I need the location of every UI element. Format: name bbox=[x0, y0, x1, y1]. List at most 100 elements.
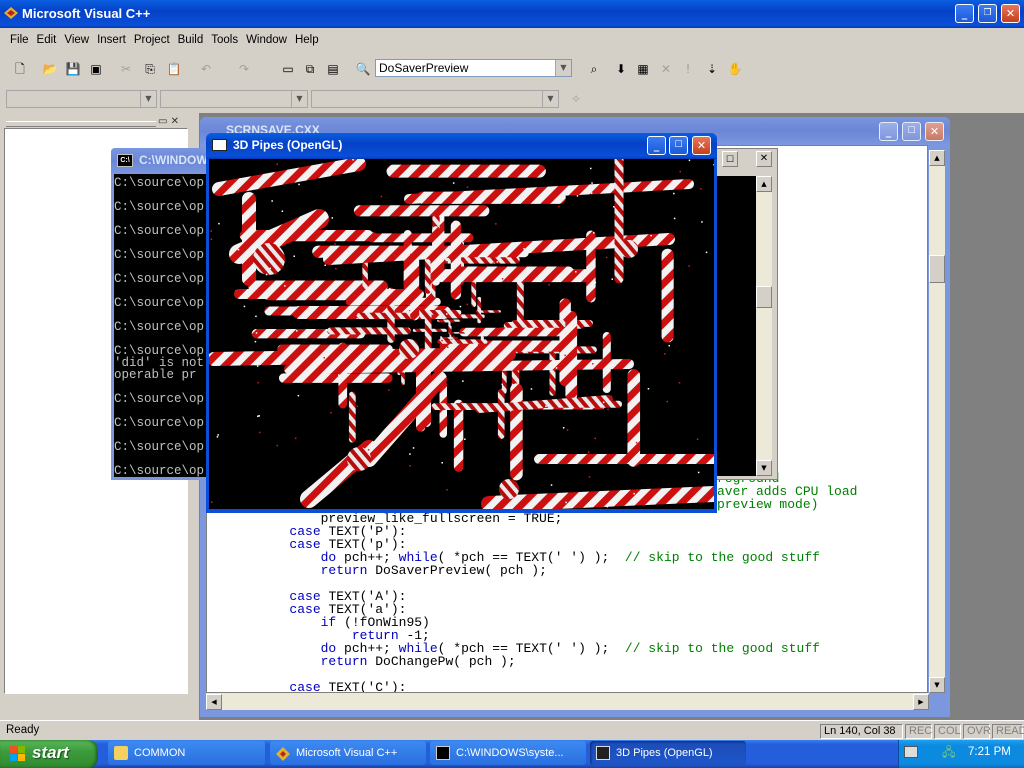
close-button[interactable]: ✕ bbox=[1001, 4, 1020, 23]
menu-window[interactable]: Window bbox=[242, 34, 291, 46]
menu-build[interactable]: Build bbox=[174, 34, 208, 46]
pipe-speck bbox=[650, 234, 652, 237]
pipe-speck bbox=[697, 471, 700, 474]
pipe-speck bbox=[464, 438, 466, 440]
scroll-up-icon[interactable]: ▲ bbox=[929, 150, 945, 166]
source-hscrollbar[interactable]: ◀ ▶ bbox=[206, 693, 929, 710]
code-line: return DoSaverPreview( pch ); bbox=[227, 564, 820, 577]
pipes-canvas[interactable] bbox=[209, 159, 714, 509]
pipe-speck bbox=[409, 465, 411, 467]
chevron-down-icon[interactable]: ▼ bbox=[542, 91, 558, 107]
pipes-title-bar[interactable]: 3D Pipes (OpenGL) _ ☐ ✕ bbox=[206, 133, 717, 159]
find-in-files-icon[interactable]: 🔍 bbox=[353, 60, 373, 78]
copy-icon[interactable]: ⎘ bbox=[140, 60, 160, 78]
window-list-icon[interactable]: ▤ bbox=[323, 60, 343, 78]
pipe-speck bbox=[356, 405, 359, 408]
source-close-button[interactable]: ✕ bbox=[925, 122, 944, 141]
pipe-speck bbox=[466, 186, 469, 188]
cut-icon[interactable]: ✂ bbox=[116, 60, 136, 78]
chevron-down-icon[interactable]: ▼ bbox=[555, 60, 571, 76]
keyboard-icon[interactable] bbox=[904, 746, 918, 758]
menu-edit[interactable]: Edit bbox=[33, 34, 61, 46]
taskbar-button-common[interactable]: COMMON bbox=[108, 741, 265, 765]
output-close-icon[interactable]: ✕ bbox=[756, 151, 772, 167]
output-vscrollbar[interactable]: ▲ ▼ bbox=[756, 176, 772, 476]
config-combo[interactable]: DoSaverPreview ▼ bbox=[375, 59, 572, 77]
pipe-speck bbox=[276, 163, 278, 165]
pipes-minimize-button[interactable]: _ bbox=[647, 136, 666, 155]
pipe-speck bbox=[243, 305, 246, 308]
pipe-speck bbox=[441, 339, 443, 342]
taskbar-button-console[interactable]: C:\WINDOWS\syste... bbox=[430, 741, 586, 765]
breakpoint-icon[interactable]: ✋ bbox=[725, 60, 745, 78]
code-token: // skip to the good stuff bbox=[624, 641, 820, 656]
start-button[interactable]: start bbox=[0, 740, 98, 768]
redo-icon[interactable]: ↷ bbox=[234, 60, 254, 78]
pipe-speck bbox=[443, 247, 446, 249]
members-combo[interactable]: ▼ bbox=[311, 90, 559, 108]
pipe-speck bbox=[323, 357, 325, 359]
source-minimize-button[interactable]: _ bbox=[879, 122, 898, 141]
class-combo[interactable]: ▼ bbox=[6, 90, 157, 108]
menu-project[interactable]: Project bbox=[130, 34, 174, 46]
binoculars-icon[interactable]: ⌕ bbox=[584, 60, 604, 78]
menu-view[interactable]: View bbox=[60, 34, 93, 46]
pipe-joint bbox=[499, 479, 519, 499]
scroll-left-icon[interactable]: ◀ bbox=[206, 694, 222, 710]
console-line: C:\source\op bbox=[114, 320, 205, 334]
new-file-icon[interactable]: 🗋 bbox=[10, 60, 30, 78]
stop-build-icon[interactable]: ✕ bbox=[656, 60, 676, 78]
save-icon[interactable]: 💾 bbox=[63, 60, 83, 78]
status-ovr: OVR bbox=[963, 724, 991, 739]
minimize-button[interactable]: _ bbox=[955, 4, 974, 23]
menu-help[interactable]: Help bbox=[291, 34, 323, 46]
pipes-maximize-button[interactable]: ☐ bbox=[669, 136, 688, 155]
console-line: C:\source\op bbox=[114, 416, 205, 430]
source-vscrollbar[interactable]: ▲ ▼ bbox=[929, 150, 945, 693]
scroll-down-icon[interactable]: ▼ bbox=[929, 677, 945, 693]
scroll-thumb[interactable] bbox=[929, 255, 945, 283]
network-icon[interactable]: 🖧 bbox=[942, 745, 958, 759]
code-token: case bbox=[289, 680, 321, 693]
scroll-thumb[interactable] bbox=[756, 286, 772, 308]
build-icon[interactable]: ▦ bbox=[633, 60, 653, 78]
compile-icon[interactable]: ⬇ bbox=[611, 60, 631, 78]
pipe-speck bbox=[216, 436, 219, 438]
pipe-speck bbox=[367, 449, 370, 451]
status-rec: REC bbox=[905, 724, 932, 739]
taskbar-button-pipes[interactable]: 3D Pipes (OpenGL) bbox=[590, 741, 746, 765]
open-folder-icon[interactable]: 📂 bbox=[40, 60, 60, 78]
menu-insert[interactable]: Insert bbox=[93, 34, 130, 46]
scroll-right-icon[interactable]: ▶ bbox=[913, 694, 929, 710]
pipes-close-button[interactable]: ✕ bbox=[692, 136, 711, 155]
wizard-icon[interactable]: ✧ bbox=[566, 90, 586, 108]
output-icon[interactable]: ⧉ bbox=[300, 60, 320, 78]
undo-icon[interactable]: ↶ bbox=[196, 60, 216, 78]
filter-combo[interactable]: ▼ bbox=[160, 90, 308, 108]
save-all-icon[interactable]: ▣ bbox=[86, 60, 106, 78]
output-window-controls[interactable]: ☐ ✕ bbox=[720, 150, 776, 170]
menu-tools[interactable]: Tools bbox=[207, 34, 242, 46]
go-icon[interactable]: ⇣ bbox=[702, 60, 722, 78]
paste-icon[interactable]: 📋 bbox=[164, 60, 184, 78]
app-title-bar[interactable]: Microsoft Visual C++ _ ❐ ✕ bbox=[0, 0, 1024, 28]
restore-button[interactable]: ❐ bbox=[978, 4, 997, 23]
execute-icon[interactable]: ! bbox=[678, 60, 698, 78]
pipe-speck bbox=[446, 313, 448, 315]
scroll-down-icon[interactable]: ▼ bbox=[756, 460, 772, 476]
chevron-down-icon[interactable]: ▼ bbox=[291, 91, 307, 107]
console-icon bbox=[436, 746, 450, 760]
source-maximize-button[interactable]: ☐ bbox=[902, 122, 921, 141]
console-title-bar[interactable]: C:\ C:\WINDOW bbox=[111, 148, 209, 174]
taskbar-button-vc[interactable]: Microsoft Visual C++ bbox=[270, 741, 426, 765]
output-restore-icon[interactable]: ☐ bbox=[722, 151, 738, 167]
scroll-up-icon[interactable]: ▲ bbox=[756, 176, 772, 192]
console-body[interactable]: C:\source\op C:\source\op C:\source\op C:\s… bbox=[114, 174, 208, 477]
menu-file[interactable]: File bbox=[6, 34, 33, 46]
clock[interactable]: 7:21 PM bbox=[968, 746, 1011, 758]
chevron-down-icon[interactable]: ▼ bbox=[140, 91, 156, 107]
pipe-speck bbox=[284, 285, 286, 287]
code-fragment: preview mode) bbox=[717, 497, 819, 512]
workspace-icon[interactable]: ▭ bbox=[278, 60, 298, 78]
pipe-speck bbox=[274, 272, 277, 275]
